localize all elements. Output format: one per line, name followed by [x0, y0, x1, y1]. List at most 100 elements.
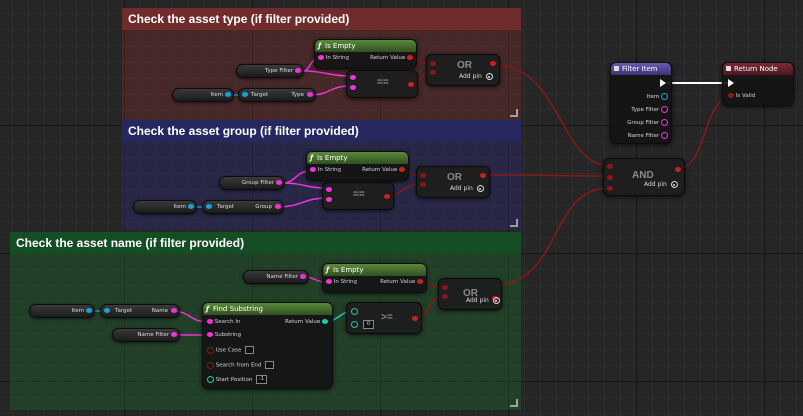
- or-node-group[interactable]: OR Add pin: [416, 166, 490, 198]
- bool-pin-icon[interactable]: [728, 93, 734, 98]
- object-pin-icon[interactable]: [242, 92, 248, 97]
- gte-b-input[interactable]: 0: [363, 320, 374, 329]
- bool-pin-icon[interactable]: [490, 61, 496, 66]
- use-case-pin[interactable]: Use Case: [207, 346, 254, 354]
- bool-pin-icon[interactable]: [420, 182, 426, 187]
- bool-pin-icon[interactable]: [407, 55, 413, 60]
- get-type-node[interactable]: Target Type: [238, 88, 316, 102]
- object-pin-icon[interactable]: [86, 308, 92, 313]
- resize-grip[interactable]: [510, 109, 518, 117]
- name-filter-output-pin[interactable]: Name Filter: [628, 132, 668, 139]
- object-pin-icon[interactable]: [206, 204, 212, 209]
- object-pin-icon[interactable]: [661, 93, 668, 100]
- and-node[interactable]: AND Add pin: [603, 158, 685, 196]
- equals-node[interactable]: ==: [346, 70, 418, 98]
- object-pin-icon[interactable]: [104, 308, 110, 313]
- name-filter-variable[interactable]: Name Filter: [243, 270, 309, 284]
- string-pin-icon[interactable]: [275, 204, 281, 209]
- string-pin-icon[interactable]: [276, 180, 282, 185]
- string-pin-icon[interactable]: [300, 274, 306, 279]
- is-empty-node[interactable]: ƒ Is Empty In String Return Value: [314, 39, 417, 69]
- return-node-header[interactable]: Return Node: [723, 63, 793, 75]
- string-pin-icon[interactable]: [295, 68, 301, 73]
- comment-asset-name-title[interactable]: Check the asset name (if filter provided…: [10, 232, 521, 254]
- resize-grip[interactable]: [510, 219, 518, 227]
- object-pin-icon[interactable]: [188, 204, 194, 209]
- add-pin-button[interactable]: Add pin: [459, 73, 493, 80]
- equals-node[interactable]: ==: [322, 182, 394, 210]
- object-pin-icon[interactable]: [225, 92, 231, 97]
- is-empty-header[interactable]: ƒ Is Empty: [307, 152, 408, 164]
- bool-pin-icon[interactable]: [607, 175, 613, 180]
- or-node-name[interactable]: OR Add pin: [438, 278, 502, 310]
- bool-pin-icon[interactable]: [207, 346, 214, 354]
- add-pin-icon[interactable]: [670, 181, 678, 188]
- string-pin-icon[interactable]: [661, 106, 668, 113]
- bool-pin-icon[interactable]: [607, 164, 613, 169]
- start-position-pin[interactable]: Start Position -1: [207, 375, 268, 384]
- search-from-end-pin[interactable]: Search from End: [207, 361, 275, 369]
- greater-equal-node[interactable]: 0 >=: [346, 302, 422, 334]
- bool-pin-icon[interactable]: [675, 167, 681, 172]
- string-pin-icon[interactable]: [318, 55, 324, 60]
- item-variable[interactable]: Item: [133, 200, 197, 214]
- is-empty-header[interactable]: ƒ Is Empty: [323, 264, 426, 276]
- string-pin-icon[interactable]: [307, 92, 313, 97]
- is-empty-node[interactable]: ƒ Is Empty In String Return Value: [322, 263, 427, 293]
- group-filter-output-pin[interactable]: Group Filter: [627, 119, 668, 126]
- exec-out-pin-icon[interactable]: [660, 79, 666, 87]
- get-name-node[interactable]: Target Name: [100, 304, 180, 318]
- find-substring-header[interactable]: ƒ Find Substring: [203, 303, 332, 315]
- name-filter-variable[interactable]: Name Filter: [112, 328, 180, 342]
- bool-pin-icon[interactable]: [384, 194, 390, 199]
- int-pin-icon[interactable]: [322, 319, 328, 324]
- add-pin-icon[interactable]: [485, 73, 493, 80]
- group-filter-variable[interactable]: Group Filter: [219, 176, 285, 190]
- int-pin-icon[interactable]: [207, 376, 214, 383]
- or-node-type[interactable]: OR Add pin: [426, 54, 500, 86]
- in-string-pin[interactable]: In String: [326, 279, 357, 285]
- find-substring-node[interactable]: ƒ Find Substring Search In Return Value …: [202, 302, 333, 389]
- bool-pin-icon[interactable]: [607, 186, 613, 191]
- bool-pin-icon[interactable]: [417, 279, 423, 284]
- return-value-pin[interactable]: Return Value: [380, 279, 423, 285]
- start-position-input[interactable]: -1: [256, 375, 268, 384]
- string-pin-icon[interactable]: [171, 308, 177, 313]
- string-pin-icon[interactable]: [171, 332, 177, 337]
- return-node[interactable]: Return Node Is Valid: [722, 62, 794, 106]
- add-pin-icon[interactable]: [476, 185, 484, 192]
- is-empty-header[interactable]: ƒ Is Empty: [315, 40, 416, 52]
- exec-in-pin-icon[interactable]: [728, 79, 734, 87]
- bool-pin-icon[interactable]: [430, 70, 436, 75]
- bool-pin-icon[interactable]: [430, 61, 436, 66]
- add-pin-button[interactable]: Add pin: [644, 181, 678, 188]
- item-variable[interactable]: Item: [29, 304, 95, 318]
- return-value-pin[interactable]: Return Value: [370, 55, 413, 61]
- get-group-node[interactable]: Target Group: [202, 200, 284, 214]
- string-pin-icon[interactable]: [310, 167, 316, 172]
- string-pin-icon[interactable]: [350, 75, 356, 80]
- int-pin-icon[interactable]: [351, 321, 358, 328]
- add-pin-button[interactable]: Add pin: [450, 185, 484, 192]
- type-filter-variable[interactable]: Type Filter: [236, 64, 304, 78]
- string-pin-icon[interactable]: [661, 132, 668, 139]
- item-output-pin[interactable]: Item: [647, 93, 668, 100]
- is-valid-pin[interactable]: Is Valid: [728, 93, 755, 99]
- bool-pin-icon[interactable]: [399, 167, 405, 172]
- substring-pin[interactable]: Substring: [207, 332, 241, 338]
- use-case-checkbox[interactable]: [244, 346, 254, 354]
- filter-item-header[interactable]: Filter Item: [611, 63, 671, 75]
- string-pin-icon[interactable]: [661, 119, 668, 126]
- return-value-pin[interactable]: Return Value: [285, 319, 328, 325]
- search-from-end-checkbox[interactable]: [265, 361, 275, 369]
- item-variable[interactable]: Item: [172, 88, 234, 102]
- bool-pin-icon[interactable]: [207, 361, 214, 369]
- in-string-pin[interactable]: In String: [318, 55, 349, 61]
- comment-asset-type-title[interactable]: Check the asset type (if filter provided…: [122, 8, 521, 30]
- type-filter-output-pin[interactable]: Type Filter: [631, 106, 668, 113]
- search-in-pin[interactable]: Search In: [207, 319, 241, 325]
- bool-pin-icon[interactable]: [442, 294, 448, 299]
- int-pin-icon[interactable]: [351, 308, 358, 315]
- add-pin-icon[interactable]: [492, 297, 500, 304]
- string-pin-icon[interactable]: [207, 319, 213, 324]
